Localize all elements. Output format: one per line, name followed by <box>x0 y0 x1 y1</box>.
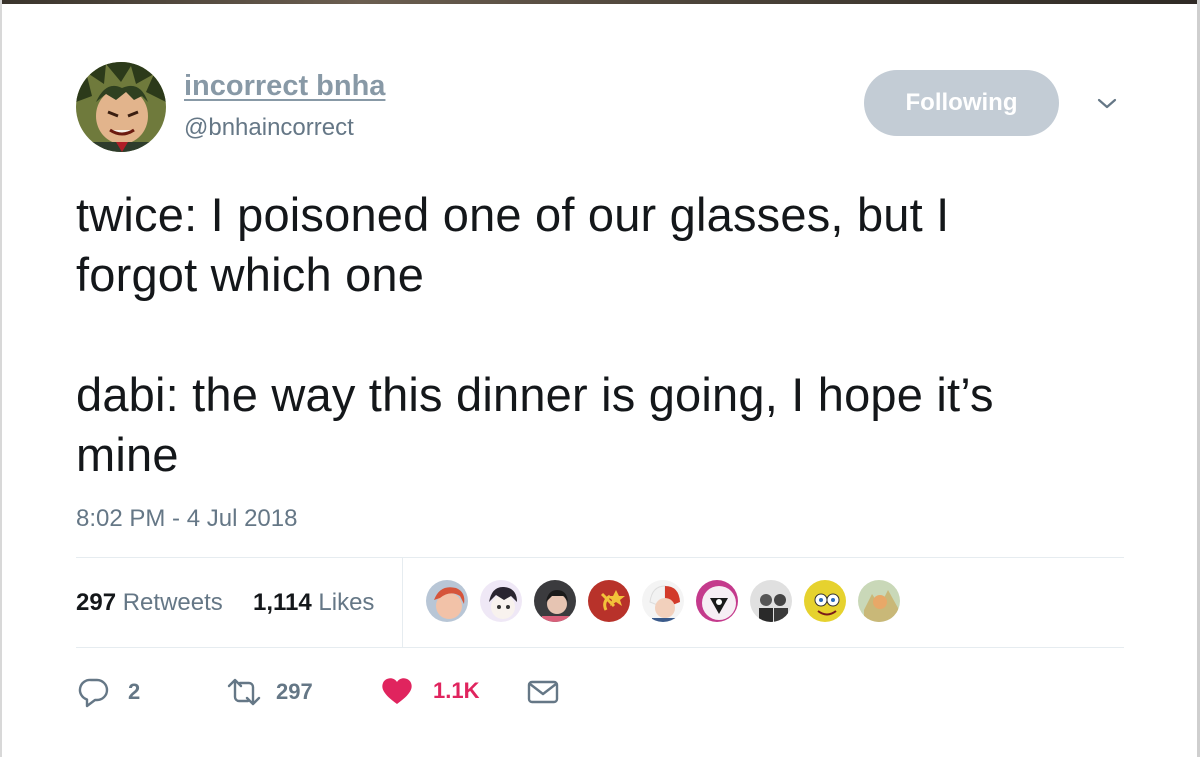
retweets-stat[interactable]: 297 Retweets <box>76 589 223 617</box>
divider <box>76 557 1124 558</box>
likes-count: 1,114 <box>253 589 312 616</box>
window-top-edge <box>0 0 1200 4</box>
likes-label: Likes <box>318 589 375 616</box>
heart-icon <box>382 678 412 704</box>
retweet-icon <box>227 678 261 706</box>
liker-avatar-8[interactable] <box>802 578 848 624</box>
following-button[interactable]: Following <box>864 70 1059 136</box>
liker-avatar-4[interactable] <box>586 578 632 624</box>
retweets-count: 297 <box>76 589 117 616</box>
liker-avatar-1[interactable] <box>424 578 470 624</box>
retweets-label: Retweets <box>122 589 223 616</box>
liker-avatar-6[interactable] <box>694 578 740 624</box>
liker-avatars <box>424 578 910 628</box>
stats-divider <box>402 558 403 647</box>
liker-avatar-3[interactable] <box>532 578 578 624</box>
author-avatar[interactable] <box>76 62 166 152</box>
divider <box>76 647 1124 648</box>
tweet-text: twice: I poisoned one of our glasses, bu… <box>76 188 994 481</box>
author-handle[interactable]: @bnhaincorrect <box>184 114 354 142</box>
retweet-count: 297 <box>276 679 313 704</box>
likes-stat[interactable]: 1,114 Likes <box>253 589 374 617</box>
liker-avatar-7[interactable] <box>748 578 794 624</box>
envelope-icon <box>527 680 559 704</box>
direct-message-button[interactable] <box>526 676 560 708</box>
tweet-timestamp[interactable]: 8:02 PM - 4 Jul 2018 <box>76 505 297 533</box>
like-button[interactable]: 1.1K <box>381 676 479 706</box>
avatar-image <box>76 62 166 152</box>
liker-avatar-2[interactable] <box>478 578 524 624</box>
retweet-button[interactable]: 297 <box>226 676 313 708</box>
like-count: 1.1K <box>433 678 480 703</box>
liker-avatar-9[interactable] <box>856 578 902 624</box>
liker-avatar-5[interactable] <box>640 578 686 624</box>
reply-button[interactable]: 2 <box>78 676 140 708</box>
window-left-edge <box>0 0 2 757</box>
tweet-card: incorrect bnha @bnhaincorrect Following … <box>0 0 1200 757</box>
reply-count: 2 <box>128 679 141 704</box>
author-display-name[interactable]: incorrect bnha <box>184 70 385 103</box>
reply-icon <box>78 678 109 708</box>
chevron-down-icon[interactable] <box>1094 92 1120 114</box>
